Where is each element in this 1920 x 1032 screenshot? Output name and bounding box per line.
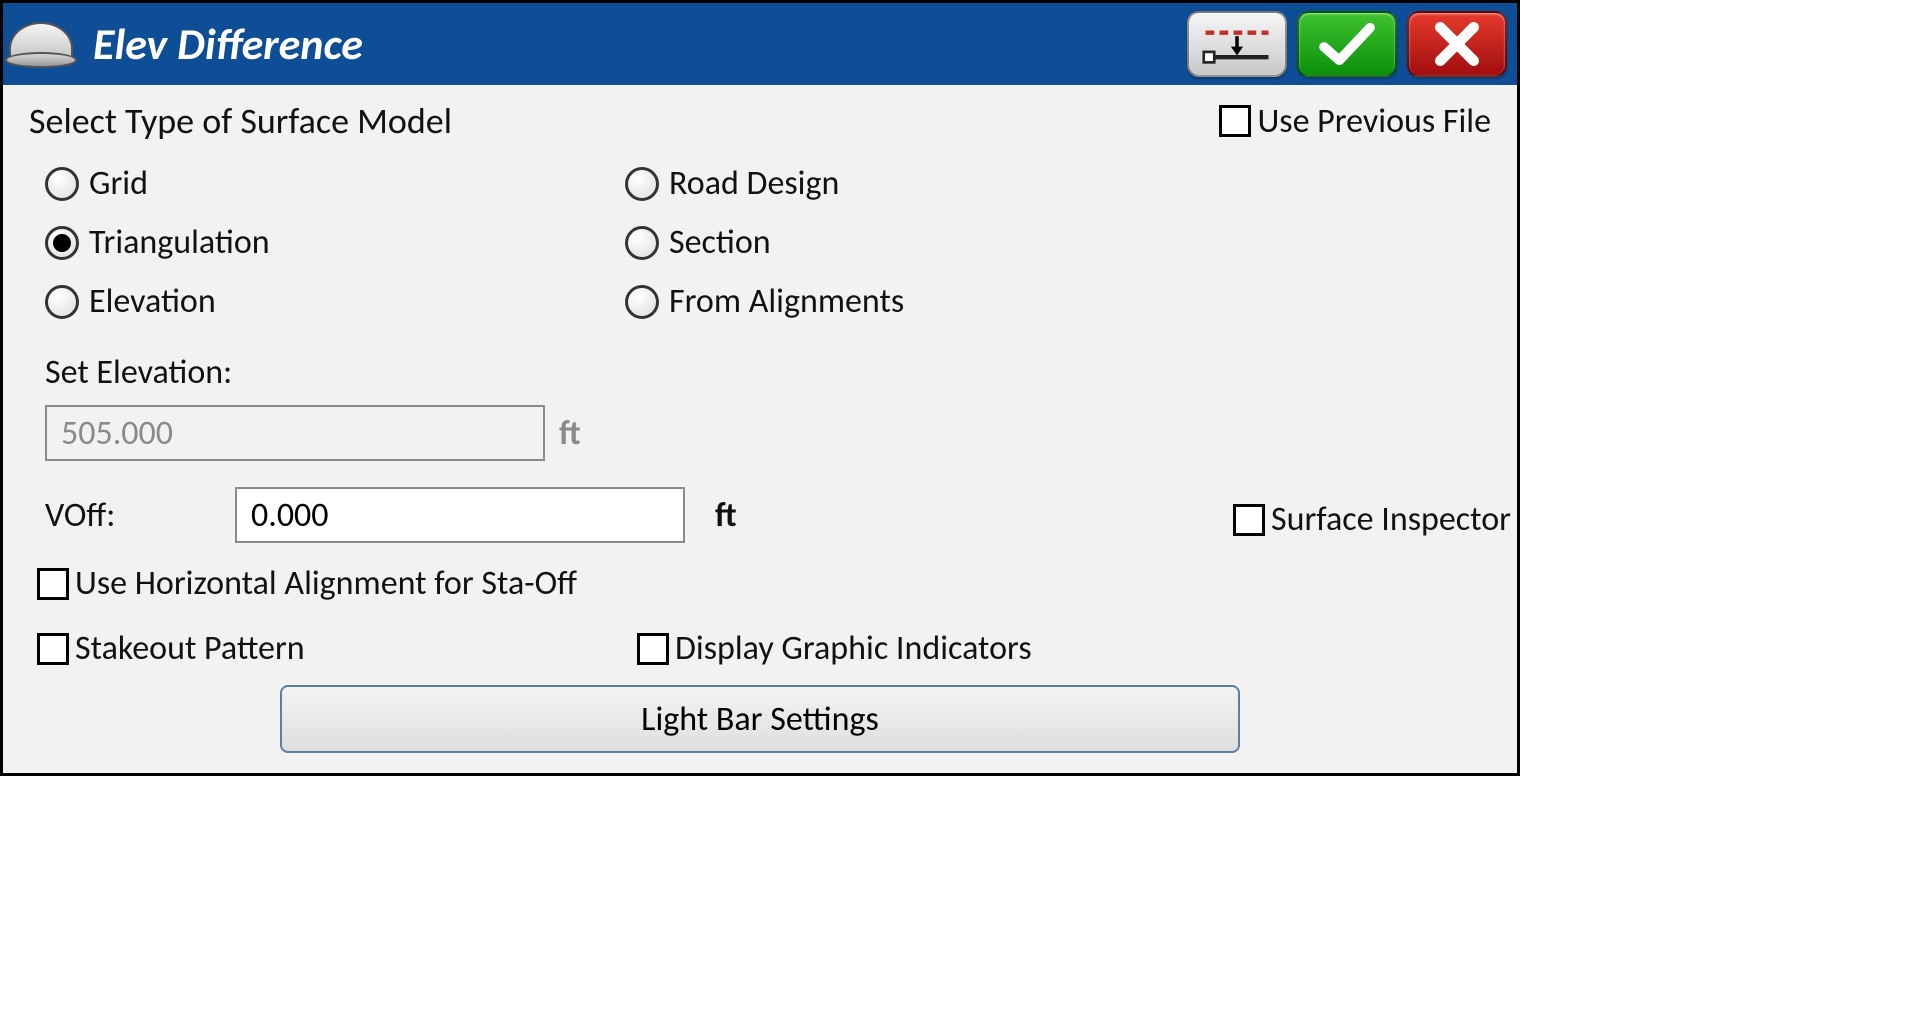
use-horizontal-checkbox[interactable]: Use Horizontal Alignment for Sta-Off [37,563,1537,604]
use-previous-file-label: Use Previous File [1257,101,1491,142]
use-horizontal-label: Use Horizontal Alignment for Sta-Off [75,563,577,604]
radio-section[interactable]: Section [625,222,1265,263]
display-indicators-label: Display Graphic Indicators [675,628,1032,669]
radio-label: Section [669,222,771,263]
radio-label: Elevation [89,281,216,322]
surface-inspector-label: Surface Inspector [1271,499,1511,540]
radio-label: Triangulation [89,222,270,263]
close-icon [1429,22,1485,66]
radio-circle-icon [45,226,79,260]
titlebar-left: Elev Difference [9,14,363,74]
unit-label: ft [715,495,737,536]
set-elevation-label: Set Elevation: [45,352,1491,393]
section-label: Select Type of Surface Model [29,99,452,143]
cancel-button[interactable] [1407,11,1507,77]
checkbox-box-icon [37,633,69,665]
radio-road-design[interactable]: Road Design [625,163,1265,204]
surface-inspector-checkbox[interactable]: Surface Inspector [1233,499,1511,540]
titlebar: Elev Difference [3,3,1517,85]
hardhat-icon [9,14,79,74]
set-elevation-row: ft [45,405,1491,461]
top-row: Select Type of Surface Model Use Previou… [29,99,1491,143]
light-bar-settings-button[interactable]: Light Bar Settings [280,685,1240,753]
radio-elevation[interactable]: Elevation [45,281,625,322]
window-title: Elev Difference [93,17,363,71]
radio-circle-icon [45,285,79,319]
radio-label: Grid [89,163,148,204]
checkbox-box-icon [37,568,69,600]
dialog-content: Select Type of Surface Model Use Previou… [3,85,1517,773]
radio-grid[interactable]: Grid [45,163,625,204]
radio-label: From Alignments [669,281,904,322]
checkmark-icon [1316,20,1378,68]
settings-slider-icon [1202,20,1272,68]
dialog-elev-difference: Elev Difference [0,0,1520,776]
checkbox-box-icon [1219,105,1251,137]
set-elevation-input [45,405,545,461]
radio-label: Road Design [669,163,839,204]
radio-circle-icon [625,226,659,260]
stakeout-pattern-label: Stakeout Pattern [75,628,305,669]
radio-circle-icon [45,167,79,201]
display-indicators-checkbox[interactable]: Display Graphic Indicators [637,628,1177,669]
checkbox-box-icon [1233,504,1265,536]
radio-circle-icon [625,285,659,319]
use-previous-file-checkbox[interactable]: Use Previous File [1219,101,1491,142]
radio-from-alignments[interactable]: From Alignments [625,281,1265,322]
radio-triangulation[interactable]: Triangulation [45,222,625,263]
titlebar-actions [1187,11,1507,77]
surface-model-radios: Grid Road Design Triangulation Section E… [45,163,1491,322]
voff-label: VOff: [45,495,205,536]
lower-options: Use Horizontal Alignment for Sta-Off Sur… [37,563,1491,669]
stakeout-pattern-checkbox[interactable]: Stakeout Pattern [37,628,637,669]
settings-button[interactable] [1187,11,1287,77]
voff-input[interactable] [235,487,685,543]
radio-circle-icon [625,167,659,201]
unit-label: ft [559,413,581,454]
ok-button[interactable] [1297,11,1397,77]
checkbox-box-icon [637,633,669,665]
